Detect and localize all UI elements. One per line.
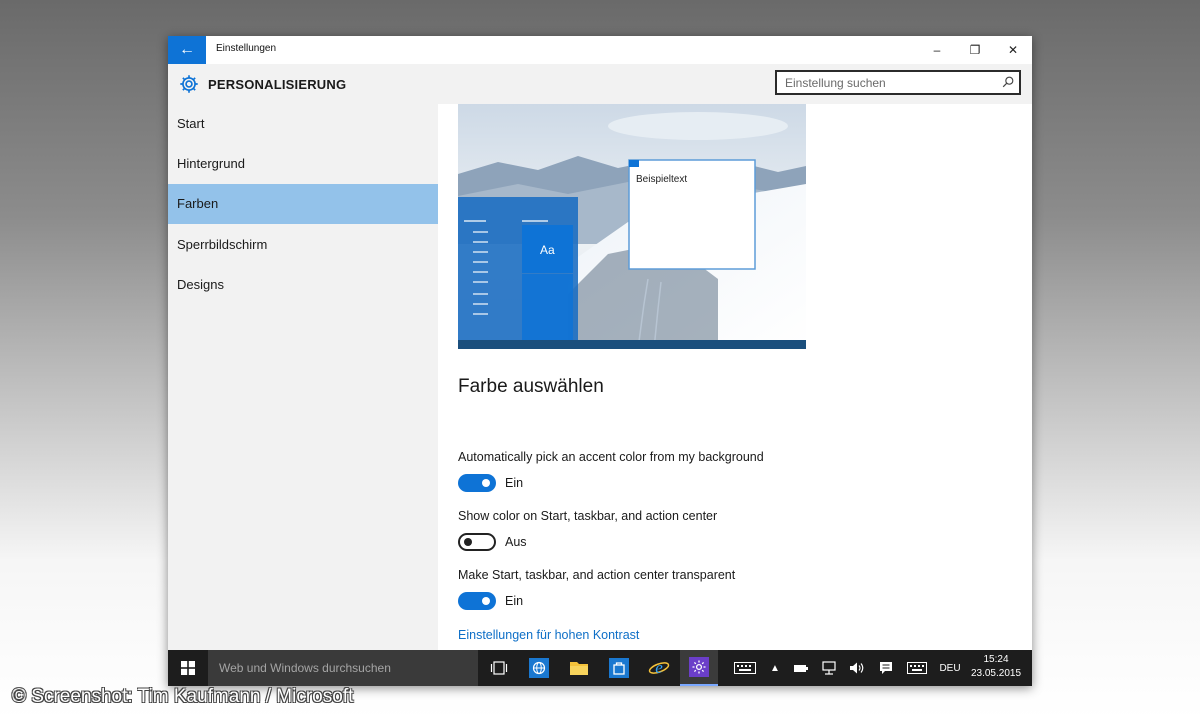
tray-volume-button[interactable] (846, 650, 868, 686)
taskbar-clock[interactable]: 15:24 23.05.2015 (968, 653, 1024, 681)
sidebar-nav: Start Hintergrund Farben Sperrbildschirm… (168, 104, 438, 650)
page-title: PERSONALISIERUNG (208, 77, 347, 92)
input-language-indicator[interactable]: DEU (934, 650, 966, 686)
clock-date: 23.05.2015 (970, 668, 1022, 679)
sidebar-item-hintergrund[interactable]: Hintergrund (168, 144, 438, 184)
battery-plug-icon (794, 665, 808, 672)
start-button[interactable] (168, 650, 208, 686)
settings-header: PERSONALISIERUNG (168, 64, 1032, 104)
transparency-toggle[interactable] (458, 592, 496, 610)
task-view-button[interactable] (480, 650, 518, 686)
network-icon (822, 661, 836, 675)
window-title: Einstellungen (216, 43, 277, 54)
toggle-knob (482, 479, 490, 487)
preview-tile-label: Aa (540, 243, 555, 257)
taskbar: Web und Windows durchsuchen e ▲ DEU 15:2… (168, 650, 1032, 686)
tray-power-button[interactable] (790, 650, 812, 686)
taskbar-search-box[interactable]: Web und Windows durchsuchen (208, 650, 478, 686)
keyboard-layout-icon (907, 662, 927, 674)
gear-icon (180, 75, 198, 93)
search-icon[interactable] (1001, 75, 1015, 89)
back-button[interactable]: ← (168, 36, 206, 64)
taskbar-app-browser[interactable] (520, 650, 558, 686)
auto-accent-state: Ein (505, 476, 524, 490)
windows-logo-icon (181, 661, 195, 675)
close-icon: ✕ (1007, 43, 1019, 57)
settings-search-box[interactable] (775, 70, 1021, 95)
transparency-state: Ein (505, 594, 524, 608)
action-center-button[interactable] (874, 650, 898, 686)
minimize-icon: – (933, 43, 941, 57)
toggle-knob (482, 597, 490, 605)
taskbar-app-store[interactable] (600, 650, 638, 686)
show-color-state: Aus (505, 535, 527, 549)
touch-keyboard-button[interactable] (728, 650, 762, 686)
section-heading: Farbe auswählen (458, 376, 604, 397)
taskbar-app-settings[interactable] (680, 650, 718, 686)
transparency-label: Make Start, taskbar, and action center t… (458, 568, 736, 582)
content-pane: Beispieltext Aa Farbe auswählen Automati… (438, 104, 1032, 650)
restore-icon: ❐ (969, 43, 981, 57)
show-hidden-icons-button[interactable]: ▲ (766, 650, 784, 686)
copyright-watermark: © Screenshot: Tim Kaufmann / Microsoft (12, 686, 354, 707)
keyboard-icon (734, 662, 756, 674)
svg-text:e: e (655, 658, 663, 677)
tray-network-button[interactable] (818, 650, 840, 686)
folder-icon (570, 662, 588, 675)
taskbar-app-explorer[interactable] (560, 650, 598, 686)
sidebar-item-farben[interactable]: Farben (168, 184, 438, 224)
title-bar: ← Einstellungen – ❐ ✕ (168, 36, 1032, 64)
color-preview: Beispieltext Aa (458, 104, 806, 349)
settings-gear-icon (689, 657, 709, 677)
settings-search-input[interactable] (777, 72, 1003, 93)
internet-explorer-icon: e (648, 658, 670, 677)
arrow-left-icon: ← (179, 41, 195, 58)
notification-icon (880, 662, 892, 674)
chevron-up-icon: ▲ (770, 662, 780, 674)
close-button[interactable]: ✕ (994, 36, 1032, 64)
sidebar-item-designs[interactable]: Designs (168, 265, 438, 305)
minimize-button[interactable]: – (918, 36, 956, 64)
auto-accent-label: Automatically pick an accent color from … (458, 450, 764, 464)
input-keyboard-button[interactable] (902, 650, 932, 686)
preview-background-image (458, 104, 806, 349)
sidebar-item-start[interactable]: Start (168, 104, 438, 144)
taskbar-search-placeholder: Web und Windows durchsuchen (219, 661, 391, 675)
maximize-button[interactable]: ❐ (956, 36, 994, 64)
auto-accent-toggle[interactable] (458, 474, 496, 492)
clock-time: 15:24 (983, 654, 1009, 665)
show-color-label: Show color on Start, taskbar, and action… (458, 509, 718, 523)
toggle-knob (464, 538, 472, 546)
taskbar-app-internet-explorer[interactable]: e (640, 650, 678, 686)
speaker-icon (850, 662, 864, 674)
show-color-toggle[interactable] (458, 533, 496, 551)
high-contrast-link[interactable]: Einstellungen für hohen Kontrast (458, 628, 639, 642)
preview-sample-text: Beispieltext (636, 174, 688, 185)
globe-icon (529, 658, 549, 678)
task-view-icon (490, 661, 508, 675)
store-icon (609, 658, 629, 678)
sidebar-item-sperrbildschirm[interactable]: Sperrbildschirm (168, 225, 438, 265)
settings-window: ← Einstellungen – ❐ ✕ PERSONALISIERUNG E… (168, 36, 1032, 686)
